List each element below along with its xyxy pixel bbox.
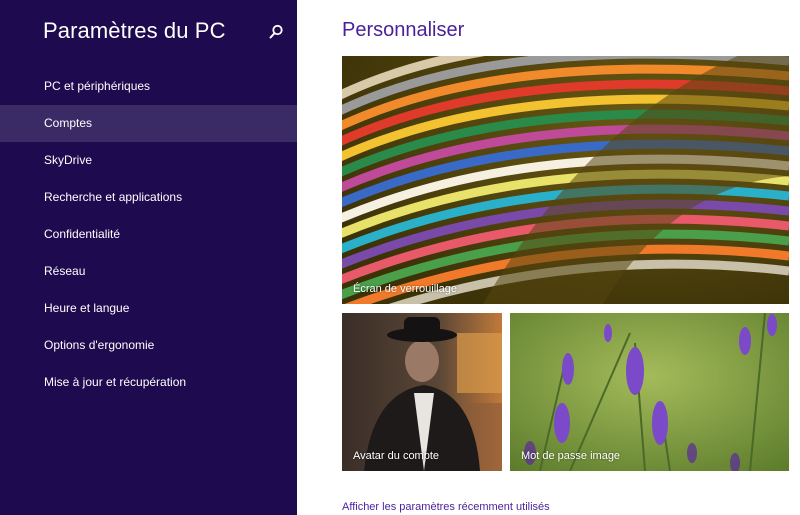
sidebar-item-skydrive[interactable]: SkyDrive xyxy=(0,142,297,179)
picture-password-label: Mot de passe image xyxy=(521,450,621,462)
picture-password-image xyxy=(510,313,789,471)
sidebar-nav: PC et périphériques Comptes SkyDrive Rec… xyxy=(0,68,297,401)
sidebar-item-accounts[interactable]: Comptes xyxy=(0,105,297,142)
avatar-image xyxy=(342,313,502,471)
pc-settings-window: Paramètres du PC PC et périphériques Com… xyxy=(0,0,800,515)
sidebar-item-ease-of-access[interactable]: Options d'ergonomie xyxy=(0,327,297,364)
sidebar-title: Paramètres du PC xyxy=(43,18,226,43)
page-title: Personnaliser xyxy=(342,19,465,41)
sidebar-item-privacy[interactable]: Confidentialité xyxy=(0,216,297,253)
account-avatar-tile[interactable]: Avatar du compte xyxy=(342,313,502,471)
search-icon[interactable] xyxy=(266,22,286,42)
picture-password-tile[interactable]: Mot de passe image xyxy=(510,313,789,471)
main-panel: Personnaliser Écran de verrouillage Avat… xyxy=(297,0,800,515)
lock-screen-label: Écran de verrouillage xyxy=(353,283,457,295)
sidebar-item-update-recovery[interactable]: Mise à jour et récupération xyxy=(0,364,297,401)
recent-settings-link[interactable]: Afficher les paramètres récemment utilis… xyxy=(342,501,550,513)
sidebar-item-pc-devices[interactable]: PC et périphériques xyxy=(0,68,297,105)
account-avatar-label: Avatar du compte xyxy=(353,450,440,462)
lock-screen-tile[interactable]: Écran de verrouillage xyxy=(342,56,789,304)
lock-screen-image xyxy=(342,56,789,304)
sidebar-item-time-language[interactable]: Heure et langue xyxy=(0,290,297,327)
sidebar-item-search-apps[interactable]: Recherche et applications xyxy=(0,179,297,216)
sidebar: Paramètres du PC PC et périphériques Com… xyxy=(0,0,297,515)
sidebar-item-network[interactable]: Réseau xyxy=(0,253,297,290)
